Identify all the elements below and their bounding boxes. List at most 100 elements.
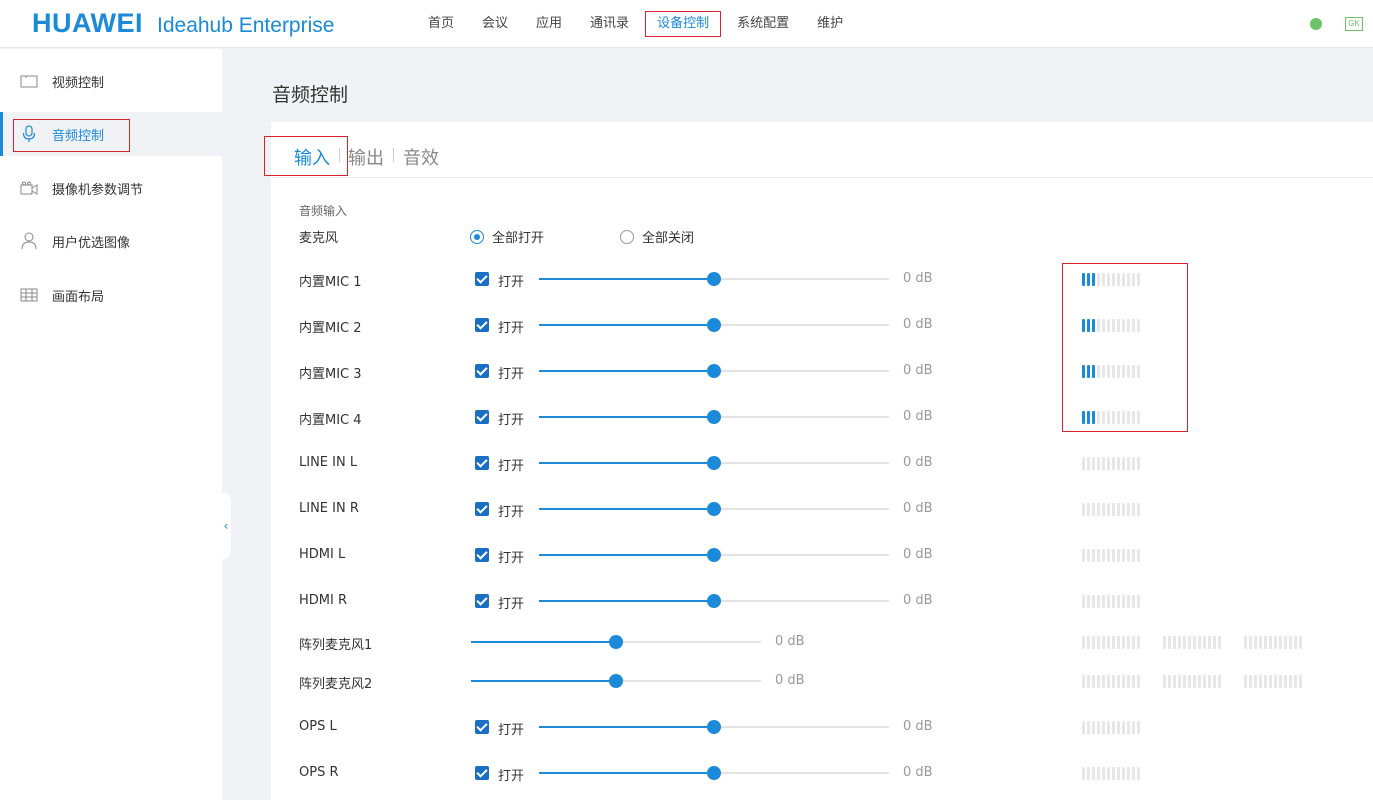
slider-thumb[interactable]	[707, 456, 721, 470]
slider-thumb[interactable]	[707, 594, 721, 608]
volume-slider[interactable]	[539, 502, 889, 516]
channel-enable-checkbox[interactable]	[475, 456, 489, 470]
meter-bar	[1097, 457, 1100, 470]
volume-slider[interactable]	[539, 410, 889, 424]
meter-bar	[1132, 721, 1135, 734]
channel-enable-checkbox[interactable]	[475, 766, 489, 780]
slider-thumb[interactable]	[707, 364, 721, 378]
volume-slider[interactable]	[539, 364, 889, 378]
checkbox-label: 打开	[498, 413, 525, 428]
nav-maintenance[interactable]: 维护	[803, 11, 857, 37]
checkbox-label: 打开	[498, 769, 525, 784]
slider-thumb[interactable]	[609, 674, 623, 688]
meter-bar	[1117, 457, 1120, 470]
volume-slider[interactable]	[471, 674, 761, 688]
slider-thumb[interactable]	[707, 318, 721, 332]
meter-bar	[1112, 457, 1115, 470]
level-meter	[1244, 675, 1302, 688]
meter-bar	[1082, 595, 1085, 608]
meter-bar	[1127, 595, 1130, 608]
meter-bar	[1183, 675, 1186, 688]
radio-all-off[interactable]: 全部关闭	[620, 227, 694, 246]
channel-row: 内置MIC 4 打开 0 dB	[271, 405, 1373, 429]
slider-thumb[interactable]	[707, 410, 721, 424]
sidebar-item-label: 画面布局	[52, 289, 105, 305]
meter-bar	[1168, 675, 1171, 688]
meter-bar	[1193, 675, 1196, 688]
slider-thumb[interactable]	[707, 720, 721, 734]
channel-enable-checkbox[interactable]	[475, 594, 489, 608]
meter-bar	[1117, 675, 1120, 688]
sidebar-item-camera-params[interactable]: 摄像机参数调节	[0, 166, 222, 210]
slider-thumb[interactable]	[609, 635, 623, 649]
volume-slider[interactable]	[539, 594, 889, 608]
brand-name: HUAWEI	[32, 8, 143, 38]
meter-bar	[1213, 675, 1216, 688]
meter-bar	[1102, 457, 1105, 470]
user-avatar[interactable]: GK	[1345, 17, 1363, 31]
volume-slider[interactable]	[471, 635, 761, 649]
meter-bar	[1193, 636, 1196, 649]
nav-system-config[interactable]: 系统配置	[723, 11, 803, 37]
slider-thumb[interactable]	[707, 272, 721, 286]
meter-bar	[1117, 549, 1120, 562]
slider-thumb[interactable]	[707, 502, 721, 516]
volume-slider[interactable]	[539, 456, 889, 470]
radio-circle	[620, 229, 634, 244]
channel-enable-checkbox[interactable]	[475, 272, 489, 286]
nav-home[interactable]: 首页	[414, 11, 468, 37]
channel-name: LINE IN L	[299, 455, 358, 470]
channel-name: HDMI L	[299, 547, 346, 562]
tab-output[interactable]: 输出	[348, 144, 384, 170]
section-title: 音频输入	[299, 204, 348, 218]
level-meter	[1082, 675, 1140, 688]
nav-meeting[interactable]: 会议	[468, 11, 522, 37]
sidebar-collapse-toggle[interactable]: ‹	[221, 493, 231, 559]
checkbox-label: 打开	[498, 367, 525, 382]
slider-thumb[interactable]	[707, 548, 721, 562]
nav-contacts[interactable]: 通讯录	[576, 11, 643, 37]
channel-enable-checkbox[interactable]	[475, 364, 489, 378]
meter-bar	[1117, 721, 1120, 734]
volume-slider[interactable]	[539, 272, 889, 286]
meter-bar	[1137, 721, 1140, 734]
meter-bar	[1163, 675, 1166, 688]
meter-bar	[1299, 636, 1302, 649]
tab-effects[interactable]: 音效	[403, 144, 439, 170]
gain-value: 0 dB	[903, 501, 933, 516]
meter-bar	[1112, 636, 1115, 649]
meter-bar	[1107, 767, 1110, 780]
meter-bar	[1127, 675, 1130, 688]
channel-enable-checkbox[interactable]	[475, 720, 489, 734]
nav-apps[interactable]: 应用	[522, 11, 576, 37]
channel-enable-checkbox[interactable]	[475, 548, 489, 562]
slider-thumb[interactable]	[707, 766, 721, 780]
meter-bar	[1102, 636, 1105, 649]
meter-bar	[1122, 675, 1125, 688]
volume-slider[interactable]	[539, 766, 889, 780]
channel-enable-checkbox[interactable]	[475, 410, 489, 424]
level-meter	[1082, 549, 1140, 562]
sidebar-item-video-control[interactable]: 视频控制	[0, 59, 222, 103]
nav-device-control[interactable]: 设备控制	[643, 11, 723, 37]
radio-all-on[interactable]: 全部打开	[470, 227, 544, 246]
meter-bar	[1087, 721, 1090, 734]
meter-bar	[1274, 675, 1277, 688]
gain-value: 0 dB	[903, 271, 933, 286]
meter-bar	[1203, 636, 1206, 649]
volume-slider[interactable]	[539, 318, 889, 332]
meter-bar	[1284, 675, 1287, 688]
slider-fill	[539, 600, 714, 602]
channel-enable-checkbox[interactable]	[475, 502, 489, 516]
volume-slider[interactable]	[539, 548, 889, 562]
slider-fill	[539, 726, 714, 728]
meter-bar	[1137, 767, 1140, 780]
volume-slider[interactable]	[539, 720, 889, 734]
meter-bar	[1082, 675, 1085, 688]
sidebar-item-user-image[interactable]: 用户优选图像	[0, 219, 222, 263]
meter-bar	[1082, 636, 1085, 649]
sidebar-item-layout[interactable]: 画面布局	[0, 273, 222, 317]
meter-bar	[1132, 457, 1135, 470]
checkbox-label: 打开	[498, 551, 525, 566]
channel-enable-checkbox[interactable]	[475, 318, 489, 332]
